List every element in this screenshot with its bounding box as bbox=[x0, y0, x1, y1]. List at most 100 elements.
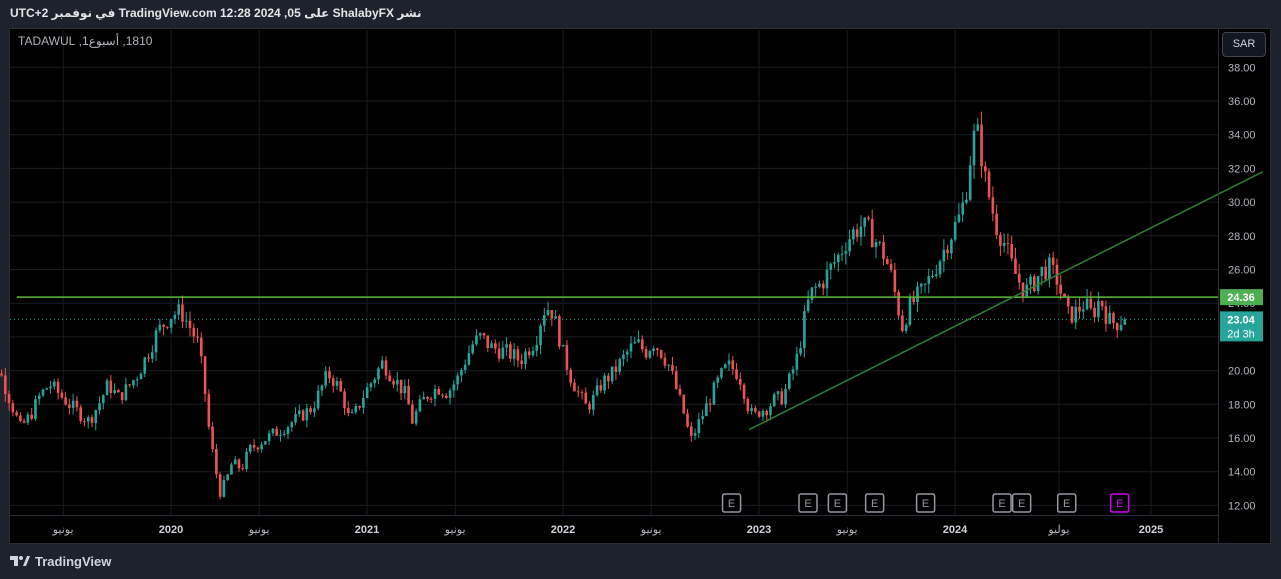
candle-body bbox=[953, 221, 957, 240]
candle-body bbox=[1123, 319, 1127, 325]
candle-body bbox=[184, 320, 188, 322]
candle-body bbox=[893, 269, 897, 293]
candle-body bbox=[139, 373, 143, 380]
candle-body bbox=[987, 171, 991, 198]
candle-body bbox=[369, 383, 373, 388]
candle-body bbox=[916, 286, 919, 303]
candle-body bbox=[426, 396, 429, 399]
tradingview-logo[interactable]: TradingView bbox=[10, 552, 111, 570]
candle-body bbox=[814, 286, 817, 288]
price-tick-label: 28.00 bbox=[1228, 231, 1256, 243]
candle-body bbox=[490, 343, 493, 348]
candle-body bbox=[659, 350, 663, 358]
candle-body bbox=[166, 326, 169, 328]
candle-body bbox=[64, 397, 67, 405]
candle-body bbox=[1119, 324, 1123, 331]
candle-body bbox=[686, 413, 689, 427]
candle-body bbox=[584, 392, 588, 404]
candle-body bbox=[825, 269, 829, 289]
candle-body bbox=[693, 433, 697, 436]
candle-body bbox=[780, 391, 784, 405]
candle-body bbox=[305, 408, 309, 421]
candle-body bbox=[324, 371, 327, 386]
candle-body bbox=[712, 382, 716, 405]
candle-body bbox=[475, 335, 478, 345]
time-tick-label: 2025 bbox=[1139, 524, 1163, 536]
candle-body bbox=[999, 235, 1002, 246]
earnings-marker-label: E bbox=[998, 498, 1005, 510]
candle-body bbox=[218, 474, 222, 497]
candle-body bbox=[215, 449, 218, 475]
earnings-marker-label: E bbox=[922, 498, 929, 510]
drawings bbox=[10, 171, 1264, 431]
candle-body bbox=[882, 241, 885, 259]
candle-body bbox=[739, 378, 742, 385]
candle-body bbox=[411, 404, 414, 424]
candle-body bbox=[192, 327, 196, 337]
candle-body bbox=[799, 348, 802, 354]
candle-body bbox=[705, 403, 708, 417]
candle-body bbox=[1070, 306, 1074, 323]
candle-body bbox=[173, 314, 177, 319]
candle-body bbox=[610, 366, 614, 382]
candle-body bbox=[26, 414, 30, 423]
candle-body bbox=[554, 316, 557, 319]
candle-body bbox=[282, 433, 286, 435]
price-tick-label: 32.00 bbox=[1228, 163, 1256, 175]
candle-body bbox=[923, 283, 927, 285]
candle-body bbox=[237, 459, 241, 469]
candle-body bbox=[1104, 306, 1108, 324]
candle-body bbox=[1017, 273, 1021, 283]
candle-body bbox=[56, 381, 60, 393]
candle-body bbox=[859, 226, 863, 237]
candle-body bbox=[742, 384, 746, 399]
candle-body bbox=[380, 360, 384, 369]
candle-body bbox=[68, 404, 71, 408]
candle-body bbox=[1089, 298, 1093, 308]
candle-body bbox=[79, 407, 82, 422]
candle-body bbox=[976, 124, 980, 131]
candle-body bbox=[708, 403, 712, 405]
time-tick-label: يونيو bbox=[52, 524, 74, 536]
candle-body bbox=[320, 385, 324, 391]
candle-body bbox=[641, 339, 644, 350]
time-tick-label: يونيو bbox=[444, 524, 466, 536]
candle-body bbox=[580, 391, 584, 393]
candle-body bbox=[275, 428, 278, 436]
candle-body bbox=[629, 343, 633, 352]
candle-body bbox=[90, 417, 94, 423]
candle-body bbox=[761, 410, 765, 417]
candle-body bbox=[494, 343, 497, 349]
candle-body bbox=[870, 219, 874, 248]
candle-body bbox=[456, 375, 459, 385]
candle-body bbox=[128, 384, 131, 386]
candle-body bbox=[41, 389, 45, 396]
candle-body bbox=[343, 391, 346, 409]
candle-body bbox=[821, 283, 825, 289]
candle-body bbox=[550, 310, 554, 319]
candle-body bbox=[256, 447, 260, 450]
candle-body bbox=[1097, 301, 1100, 318]
candle-body bbox=[769, 406, 772, 416]
candle-body bbox=[373, 379, 376, 384]
candle-body bbox=[746, 398, 750, 412]
candle-body bbox=[211, 426, 214, 450]
candle-body bbox=[358, 406, 361, 408]
candle-body bbox=[501, 347, 505, 359]
candle-body bbox=[576, 391, 580, 393]
candle-body bbox=[527, 351, 531, 356]
candle-body bbox=[241, 468, 245, 470]
candle-body bbox=[1006, 243, 1010, 245]
candle-body bbox=[418, 399, 422, 412]
candle-body bbox=[818, 283, 821, 287]
candle-body bbox=[117, 390, 120, 393]
candle-body bbox=[147, 357, 150, 359]
candle-body bbox=[105, 380, 109, 396]
candle-body bbox=[1021, 282, 1025, 297]
candle-body bbox=[867, 217, 870, 220]
candle-body bbox=[162, 324, 165, 327]
candle-body bbox=[599, 385, 603, 391]
currency-button[interactable]: SAR bbox=[1222, 32, 1266, 57]
candle-body bbox=[852, 229, 855, 240]
candle-body bbox=[697, 419, 701, 434]
